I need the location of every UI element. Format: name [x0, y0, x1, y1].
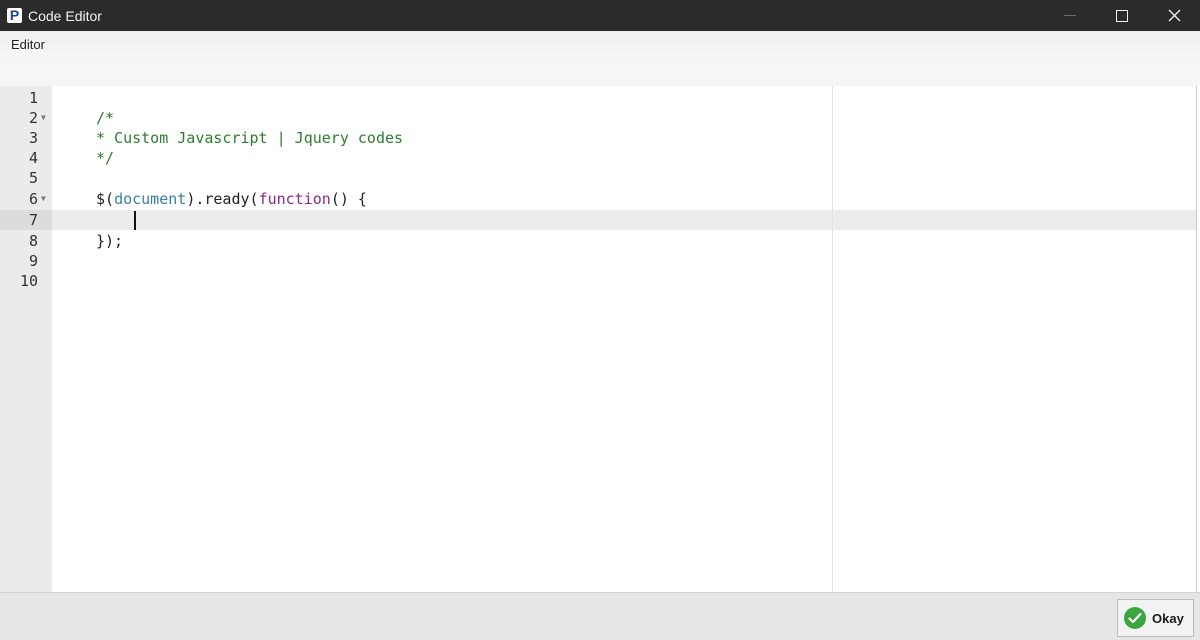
minimize-icon — [1064, 14, 1076, 16]
window-controls — [1044, 0, 1200, 31]
close-icon — [1168, 9, 1180, 22]
check-circle-icon — [1124, 607, 1146, 629]
code-line[interactable]: 9 — [0, 251, 1196, 271]
code-line[interactable]: 2 ▼ /* — [0, 108, 1196, 128]
code-text: * Custom Javascript | Jquery codes — [96, 129, 404, 147]
code-token-variable: document — [114, 190, 187, 208]
title-bar: P Code Editor — [0, 0, 1200, 31]
line-number: 3 — [28, 129, 38, 147]
code-line[interactable]: 10 — [0, 271, 1196, 291]
line-number: 8 — [28, 232, 38, 250]
code-line[interactable]: 5 — [0, 168, 1196, 188]
toolbar — [0, 58, 1200, 86]
code-line[interactable]: 4 */ — [0, 148, 1196, 168]
code-line[interactable]: 6 ▼ $(document).ready(function() { — [0, 189, 1196, 209]
tab-strip: Editor — [0, 31, 1200, 58]
minimize-button[interactable] — [1044, 0, 1096, 31]
maximize-button[interactable] — [1096, 0, 1148, 31]
code-line[interactable]: 3 * Custom Javascript | Jquery codes — [0, 128, 1196, 148]
line-number: 9 — [28, 252, 38, 270]
code-line-active[interactable]: 7 — [0, 210, 1196, 230]
okay-label: Okay — [1152, 610, 1184, 626]
line-number: 5 — [28, 169, 38, 187]
app-logo-icon: P — [7, 8, 22, 23]
code-token: ).ready( — [186, 190, 259, 208]
window-title: Code Editor — [28, 7, 102, 24]
fold-arrow-icon[interactable]: ▼ — [41, 108, 46, 128]
footer-bar: Okay — [0, 592, 1200, 640]
code-token: $( — [96, 190, 115, 208]
code-line[interactable]: 8 }); — [0, 231, 1196, 251]
fold-arrow-icon[interactable]: ▼ — [41, 189, 46, 209]
code-token-keyword: function — [258, 190, 331, 208]
maximize-icon — [1116, 9, 1128, 22]
line-number: 6 — [28, 190, 38, 208]
code-text: */ — [96, 149, 115, 167]
text-cursor — [134, 211, 136, 230]
tab-editor[interactable]: Editor — [11, 37, 45, 52]
line-number: 1 — [28, 89, 38, 107]
close-button[interactable] — [1148, 0, 1200, 31]
code-text: /* — [96, 109, 115, 127]
code-editor[interactable]: 1 2 ▼ /* 3 * Custom Javascript | Jquery … — [0, 86, 1197, 592]
code-text: }); — [96, 232, 124, 250]
code-text: $(document).ready(function() { — [96, 189, 367, 209]
line-number: 2 — [28, 109, 38, 127]
code-token: () { — [330, 190, 367, 208]
app-logo-letter: P — [9, 7, 20, 23]
okay-button[interactable]: Okay — [1117, 599, 1194, 637]
line-number: 10 — [19, 272, 38, 290]
line-number: 4 — [28, 149, 38, 167]
line-number: 7 — [28, 211, 38, 229]
code-line[interactable]: 1 — [0, 88, 1196, 108]
